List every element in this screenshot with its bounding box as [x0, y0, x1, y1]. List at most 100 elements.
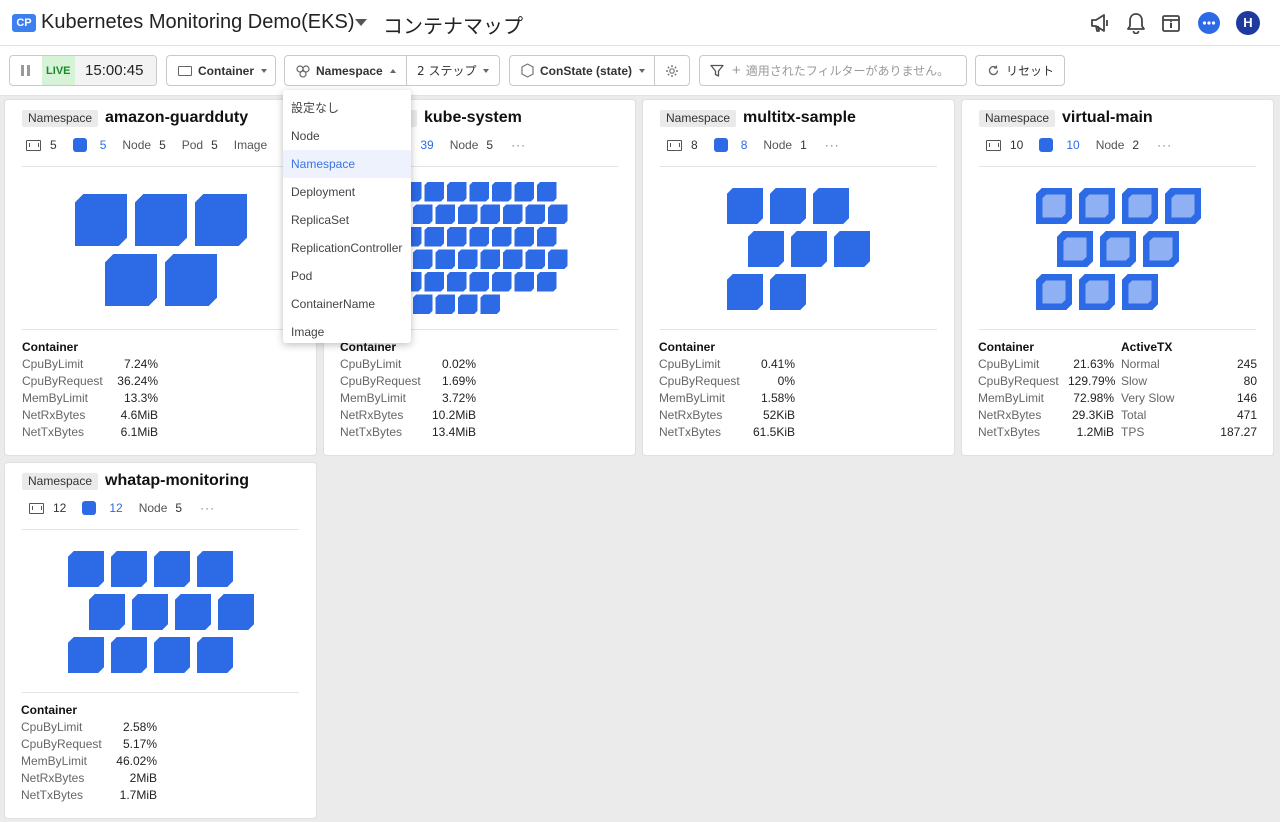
project-caret-down-icon[interactable]	[355, 19, 367, 26]
dropdown-option[interactable]: ReplicaSet	[283, 206, 411, 234]
dropdown-option[interactable]: ContainerName	[283, 290, 411, 318]
container-tile[interactable]	[68, 551, 104, 587]
dropdown-option[interactable]: Image	[283, 318, 411, 346]
container-map[interactable]	[5, 530, 316, 692]
container-tile[interactable]	[727, 188, 763, 224]
container-tile[interactable]	[503, 249, 523, 270]
container-select[interactable]: Container	[166, 55, 276, 86]
container-tile[interactable]	[424, 227, 445, 247]
more-icon[interactable]: ···	[1157, 138, 1172, 152]
container-tile[interactable]	[458, 204, 478, 225]
container-tile[interactable]	[469, 182, 490, 202]
namespace-name[interactable]: kube-system	[424, 109, 522, 127]
namespace-card[interactable]: Namespace virtual-main 10 10 Node 2 ··· …	[962, 100, 1273, 455]
container-tile[interactable]	[132, 594, 168, 630]
container-tile[interactable]	[447, 182, 467, 202]
container-tile[interactable]	[492, 227, 512, 247]
container-tile[interactable]	[75, 194, 127, 246]
container-map[interactable]	[643, 167, 954, 329]
chat-icon[interactable]	[1196, 10, 1222, 36]
container-tile[interactable]	[197, 551, 233, 587]
container-tile[interactable]	[135, 194, 187, 246]
container-map[interactable]	[962, 167, 1273, 329]
container-tile[interactable]	[813, 188, 849, 224]
container-tile[interactable]	[218, 594, 254, 630]
container-tile[interactable]	[447, 272, 467, 292]
reset-button[interactable]: リセット	[975, 55, 1065, 86]
container-tile[interactable]	[413, 204, 433, 225]
container-tile[interactable]	[492, 182, 512, 202]
pause-button[interactable]	[10, 56, 42, 85]
container-map[interactable]	[5, 167, 316, 329]
more-icon[interactable]: ···	[200, 501, 215, 515]
container-tile[interactable]	[447, 227, 467, 247]
megaphone-icon[interactable]	[1087, 10, 1113, 36]
dropdown-option[interactable]: Pod	[283, 262, 411, 290]
container-tile[interactable]	[514, 182, 535, 202]
container-tile[interactable]	[770, 274, 806, 310]
dropdown-option[interactable]: ReplicationController	[283, 234, 411, 262]
container-tile[interactable]	[480, 249, 501, 270]
container-tile[interactable]	[111, 637, 147, 673]
namespace-card[interactable]: Namespace amazon-guardduty 5 5 Node 5 Po…	[5, 100, 316, 455]
gear-icon[interactable]	[655, 56, 689, 85]
container-tile[interactable]	[435, 294, 456, 315]
project-title[interactable]: Kubernetes Monitoring Demo(EKS)	[41, 11, 354, 34]
namespace-name[interactable]: whatap-monitoring	[105, 472, 249, 490]
container-tile[interactable]	[514, 272, 535, 292]
container-tile[interactable]	[68, 637, 104, 673]
filter-input[interactable]: + 適用されたフィルターがありません。	[699, 55, 967, 86]
container-tile[interactable]	[111, 551, 147, 587]
dropdown-option[interactable]: Deployment	[283, 178, 411, 206]
state-select[interactable]: ConState (state)	[510, 56, 654, 85]
user-avatar[interactable]: H	[1236, 11, 1260, 35]
more-icon[interactable]: ···	[825, 138, 840, 152]
container-tile[interactable]	[469, 272, 490, 292]
container-tile[interactable]	[413, 294, 433, 315]
container-tile[interactable]	[548, 249, 568, 270]
container-tile[interactable]	[537, 182, 557, 202]
container-tile[interactable]	[154, 637, 190, 673]
container-tile[interactable]	[480, 204, 501, 225]
step-select[interactable]: 2 ステップ	[407, 56, 490, 85]
dropdown-option[interactable]: 設定なし	[283, 94, 411, 122]
more-icon[interactable]: ···	[511, 138, 526, 152]
container-tile[interactable]	[469, 227, 490, 247]
namespace-name[interactable]: amazon-guardduty	[105, 109, 248, 127]
container-tile[interactable]	[791, 231, 827, 267]
container-tile[interactable]	[480, 294, 501, 315]
live-badge[interactable]: LIVE	[41, 56, 76, 85]
namespace-card[interactable]: Namespace whatap-monitoring 12 12 Node 5…	[5, 463, 316, 818]
container-tile[interactable]	[197, 637, 233, 673]
container-tile[interactable]	[195, 194, 247, 246]
container-tile[interactable]	[514, 227, 535, 247]
container-tile[interactable]	[503, 204, 523, 225]
container-tile[interactable]	[537, 272, 557, 292]
container-tile[interactable]	[548, 204, 568, 225]
container-tile[interactable]	[105, 254, 157, 306]
container-tile[interactable]	[154, 551, 190, 587]
container-tile[interactable]	[537, 227, 557, 247]
container-tile[interactable]	[413, 249, 433, 270]
container-tile[interactable]	[165, 254, 217, 306]
container-tile[interactable]	[175, 594, 211, 630]
container-tile[interactable]	[525, 204, 546, 225]
container-tile[interactable]	[492, 272, 512, 292]
namespace-name[interactable]: multitx-sample	[743, 109, 856, 127]
dropdown-option[interactable]: Node	[283, 122, 411, 150]
bell-icon[interactable]	[1123, 10, 1149, 36]
dropdown-option-selected[interactable]: Namespace	[283, 150, 411, 178]
container-tile[interactable]	[834, 231, 870, 267]
container-tile[interactable]	[424, 182, 445, 202]
namespace-card[interactable]: Namespace multitx-sample 8 8 Node 1 ··· …	[643, 100, 954, 455]
container-tile[interactable]	[727, 274, 763, 310]
group-by-select[interactable]: Namespace	[285, 56, 406, 85]
container-tile[interactable]	[424, 272, 445, 292]
container-tile[interactable]	[748, 231, 784, 267]
container-tile[interactable]	[435, 249, 456, 270]
container-tile[interactable]	[770, 188, 806, 224]
container-tile[interactable]	[458, 249, 478, 270]
container-tile[interactable]	[89, 594, 125, 630]
container-tile[interactable]	[458, 294, 478, 315]
container-tile[interactable]	[525, 249, 546, 270]
